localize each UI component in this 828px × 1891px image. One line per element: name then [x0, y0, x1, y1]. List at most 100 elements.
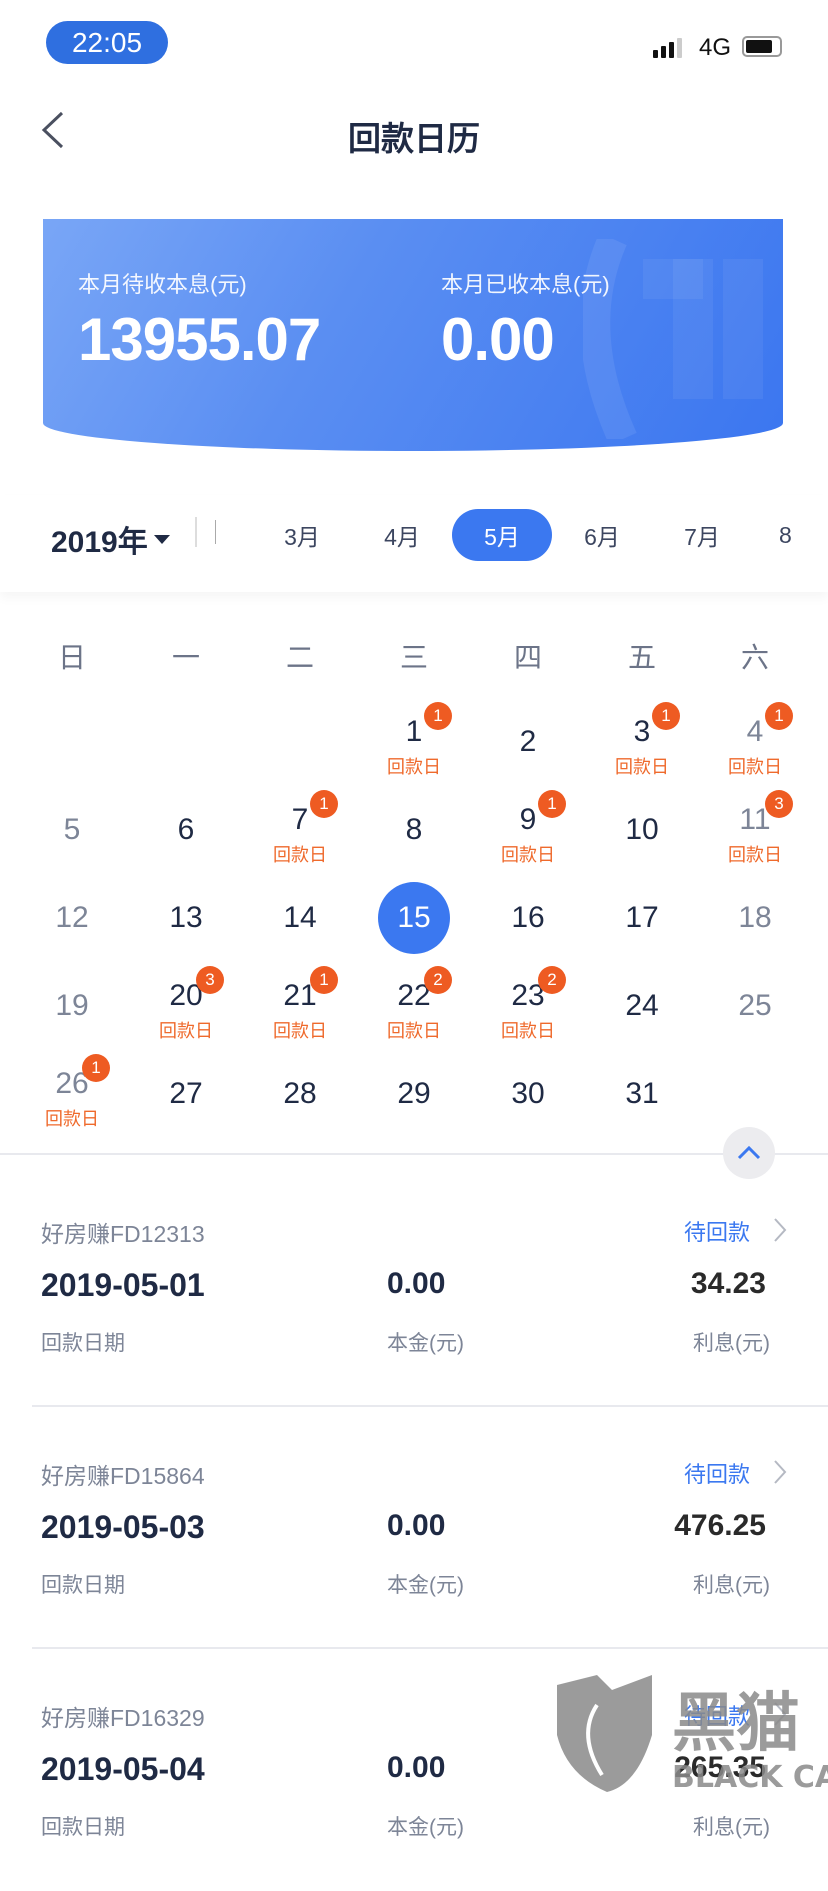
- principal-value: 0.00: [387, 1267, 446, 1300]
- watermark-logo: 黑猫BLACK CAT: [557, 1675, 828, 1795]
- list-item[interactable]: 好房赚FD15864 待回款 2019-05-03 0.00 476.25 回款…: [0, 1407, 828, 1649]
- calendar-day[interactable]: 14: [250, 898, 350, 938]
- count-badge: 2: [538, 966, 566, 994]
- weekday-label: 四: [513, 642, 542, 673]
- repayment-day-tag: 回款日: [273, 1021, 327, 1041]
- repayment-day-tag: 回款日: [728, 757, 782, 777]
- calendar-day[interactable]: 5: [22, 810, 122, 850]
- day-number: 25: [738, 989, 772, 1022]
- calendar-day[interactable]: 3 1 回款日: [592, 702, 692, 779]
- repayment-day-tag: 回款日: [45, 1109, 99, 1129]
- day-number: 12: [55, 901, 89, 934]
- day-number: 19: [55, 989, 89, 1022]
- date-label: 回款日期: [41, 1816, 125, 1839]
- count-badge: 1: [82, 1054, 110, 1082]
- weekday-label: 三: [399, 642, 428, 673]
- day-number: 17: [625, 901, 659, 934]
- calendar-day[interactable]: 17: [592, 898, 692, 938]
- calendar-day[interactable]: 23 2 回款日: [478, 966, 578, 1043]
- weekday-label: 五: [627, 642, 656, 673]
- repayment-day-tag: 回款日: [728, 845, 782, 865]
- interest-label: 利息(元): [693, 1574, 770, 1597]
- calendar-day[interactable]: 19: [22, 986, 122, 1026]
- calendar-day[interactable]: 13: [136, 898, 236, 938]
- calendar-day[interactable]: 26 1 回款日: [22, 1054, 122, 1131]
- calendar-day[interactable]: 6: [136, 810, 236, 850]
- count-badge: 2: [424, 966, 452, 994]
- calendar-day[interactable]: 28: [250, 1074, 350, 1114]
- count-badge: 3: [765, 790, 793, 818]
- month-selector: 2019年 3月 4月 5月 6月 7月 8: [0, 495, 828, 592]
- tab-month[interactable]: 8: [752, 509, 812, 561]
- day-number: 5: [63, 813, 81, 846]
- calendar-day[interactable]: 29: [364, 1074, 464, 1114]
- calendar-day[interactable]: 20 3 回款日: [136, 966, 236, 1043]
- tab-month[interactable]: 7月: [652, 509, 752, 561]
- calendar-day[interactable]: 27: [136, 1074, 236, 1114]
- year-dropdown[interactable]: 2019年: [51, 517, 170, 561]
- divider: [0, 1153, 828, 1155]
- principal-label: 本金(元): [387, 1332, 464, 1355]
- calendar-day[interactable]: 21 1 回款日: [250, 966, 350, 1043]
- list-item[interactable]: 好房赚FD12313 待回款 2019-05-01 0.00 34.23 回款日…: [0, 1165, 828, 1407]
- svg-text:黑猫: 黑猫: [672, 1687, 800, 1761]
- calendar-day[interactable]: 7 1 回款日: [250, 790, 350, 867]
- calendar-day[interactable]: 9 1 回款日: [478, 790, 578, 867]
- calendar-day[interactable]: 24: [592, 986, 692, 1026]
- weekday-label: 一: [171, 642, 200, 673]
- count-badge: 1: [765, 702, 793, 730]
- date-label: 回款日期: [41, 1332, 125, 1355]
- pending-label: 本月待收本息(元): [78, 272, 247, 297]
- product-name: 好房赚FD15864: [41, 1463, 205, 1489]
- product-name: 好房赚FD16329: [41, 1705, 205, 1731]
- banner-decoration-icon: [583, 239, 763, 439]
- divider: [215, 520, 216, 544]
- count-badge: 1: [652, 702, 680, 730]
- principal-value: 0.00: [387, 1751, 446, 1784]
- day-number: 8: [405, 813, 423, 846]
- day-number: 30: [511, 1077, 545, 1110]
- day-number: 16: [511, 901, 545, 934]
- repayment-date: 2019-05-03: [41, 1509, 205, 1545]
- calendar-day[interactable]: 18: [705, 898, 805, 938]
- day-number: 28: [283, 1077, 317, 1110]
- tab-month[interactable]: 4月: [352, 509, 452, 561]
- count-badge: 3: [196, 966, 224, 994]
- summary-banner: 本月待收本息(元) 13955.07 本月已收本息(元) 0.00: [43, 219, 783, 451]
- calendar-day[interactable]: 31: [592, 1074, 692, 1114]
- day-number: 27: [169, 1077, 203, 1110]
- calendar-day[interactable]: 1 1 回款日: [364, 702, 464, 779]
- calendar-day[interactable]: 15: [364, 882, 464, 954]
- calendar-day[interactable]: 30: [478, 1074, 578, 1114]
- caret-down-icon: [153, 534, 170, 544]
- calendar-day[interactable]: 16: [478, 898, 578, 938]
- day-number: 29: [397, 1077, 431, 1110]
- calendar-day[interactable]: 10: [592, 810, 692, 850]
- calendar-day[interactable]: 8: [364, 810, 464, 850]
- calendar-day[interactable]: 22 2 回款日: [364, 966, 464, 1043]
- calendar-day[interactable]: 2: [478, 722, 578, 762]
- calendar-day[interactable]: 11 3 回款日: [705, 790, 805, 867]
- interest-value: 476.25: [674, 1509, 766, 1542]
- count-badge: 1: [538, 790, 566, 818]
- repayment-day-tag: 回款日: [273, 845, 327, 865]
- status-time: 22:05: [46, 21, 168, 64]
- battery-icon: [742, 36, 782, 57]
- repayment-day-tag: 回款日: [615, 757, 669, 777]
- tab-month-selected[interactable]: 5月: [452, 509, 552, 561]
- repayment-day-tag: 回款日: [159, 1021, 213, 1041]
- day-number: 10: [625, 813, 659, 846]
- year-label: 2019年: [51, 526, 148, 559]
- chevron-right-icon[interactable]: [772, 1459, 788, 1485]
- weekday-label: 六: [740, 642, 769, 673]
- calendar-day[interactable]: 12: [22, 898, 122, 938]
- calendar-day[interactable]: 25: [705, 986, 805, 1026]
- count-badge: 1: [310, 790, 338, 818]
- tab-month[interactable]: 3月: [252, 509, 352, 561]
- tab-month[interactable]: 6月: [552, 509, 652, 561]
- status-label: 待回款: [684, 1462, 751, 1487]
- repayment-day-tag: 回款日: [387, 1021, 441, 1041]
- count-badge: 1: [310, 966, 338, 994]
- calendar-day[interactable]: 4 1 回款日: [705, 702, 805, 779]
- chevron-right-icon[interactable]: [772, 1217, 788, 1243]
